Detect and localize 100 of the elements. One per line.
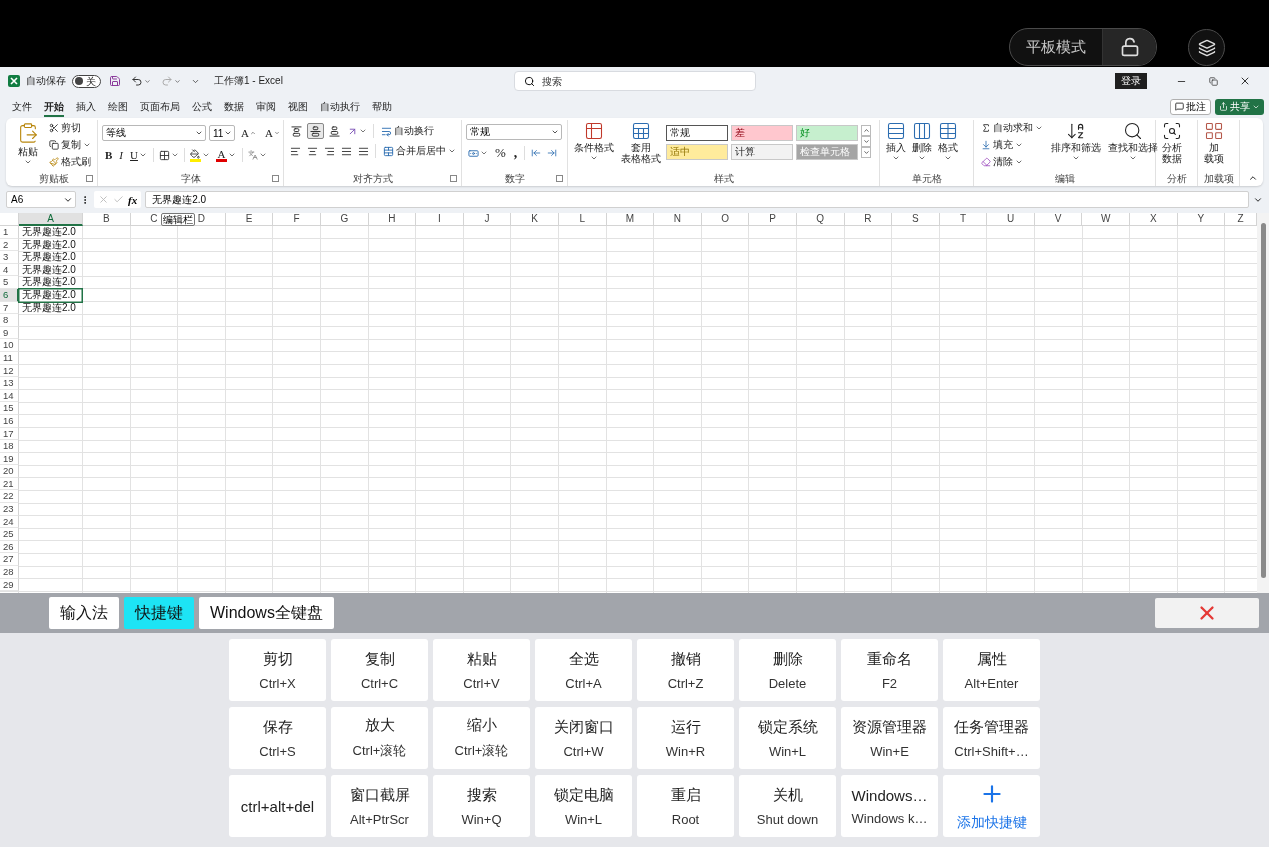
column-header[interactable]: O [701, 213, 750, 226]
row-header[interactable]: 18 [0, 440, 19, 453]
table-cell[interactable]: 无界趣连2.0 [19, 301, 83, 315]
ribbon-tab[interactable]: 文件 [6, 96, 38, 117]
unlock-button[interactable] [1102, 29, 1156, 65]
sign-in-button[interactable]: 登录 [1115, 73, 1147, 89]
column-header[interactable]: N [654, 213, 702, 226]
ribbon-tab[interactable]: 审阅 [250, 96, 282, 117]
dialog-launcher-icon[interactable] [450, 175, 457, 182]
column-header[interactable]: Z [1225, 213, 1257, 226]
vertical-align-button[interactable] [307, 123, 324, 139]
row-header[interactable]: 25 [0, 528, 19, 541]
tablet-mode-button[interactable]: 平板模式 [1010, 29, 1102, 65]
ribbon-tab[interactable]: 插入 [70, 96, 102, 117]
table-cell[interactable]: 无界趣连2.0 [19, 226, 83, 239]
column-header[interactable]: X [1130, 213, 1178, 226]
row-header[interactable]: 23 [0, 503, 19, 516]
ribbon-tab[interactable]: 帮助 [366, 96, 398, 117]
row-header[interactable]: 8 [0, 314, 19, 327]
column-header[interactable]: T [939, 213, 988, 226]
scrollbar-thumb[interactable] [1260, 223, 1266, 578]
find-select-button[interactable]: 查找和选择 [1106, 120, 1160, 163]
column-header[interactable]: H [368, 213, 417, 226]
shortcut-key[interactable]: 窗口截屏 Alt+PtrScr [331, 775, 428, 837]
shortcut-key[interactable]: 锁定系统 Win+L [739, 707, 836, 769]
column-header[interactable]: I [416, 213, 464, 226]
ribbon-tab[interactable]: 自动执行 [314, 96, 366, 117]
format-button[interactable]: 格式 [936, 120, 960, 163]
close-keyboard-button[interactable] [1155, 598, 1259, 628]
grow-font-button[interactable]: A [238, 124, 259, 142]
cut-button[interactable]: 剪切 [46, 120, 94, 136]
font-color-button[interactable]: A [212, 146, 239, 164]
dialog-launcher-icon[interactable] [556, 175, 563, 182]
shortcut-key[interactable]: ctrl+alt+del [229, 775, 326, 837]
shortcut-key[interactable]: 撤销 Ctrl+Z [637, 639, 734, 701]
shortcut-key[interactable]: 属性 Alt+Enter [943, 639, 1040, 701]
shortcut-key[interactable]: 全选 Ctrl+A [535, 639, 632, 701]
insert-button[interactable]: 插入 [884, 120, 908, 163]
share-button[interactable]: 共享 [1215, 98, 1264, 115]
shortcut-key[interactable]: 关机 Shut down [739, 775, 836, 837]
number-format-dropdown[interactable]: 常规 [466, 124, 562, 140]
column-header[interactable]: M [606, 213, 655, 226]
insert-function-button[interactable]: fx [128, 193, 138, 206]
decrease-indent-button[interactable] [339, 145, 354, 157]
comments-button[interactable]: 批注 [1170, 98, 1211, 115]
font-size-dropdown[interactable]: 11 [209, 125, 235, 141]
table-cell[interactable]: 无界趣连2.0 [19, 276, 83, 289]
column-header[interactable]: L [558, 213, 607, 226]
column-header[interactable]: W [1082, 213, 1131, 226]
shortcut-key[interactable]: 关闭窗口 Ctrl+W [535, 707, 632, 769]
shortcut-key[interactable]: 锁定电脑 Win+L [535, 775, 632, 837]
shortcut-key[interactable]: 任务管理器 Ctrl+Shift+… [943, 707, 1040, 769]
shortcut-key[interactable]: 粘贴 Ctrl+V [433, 639, 530, 701]
row-header[interactable]: 3 [0, 251, 19, 264]
wrap-text-button[interactable]: 自动换行 [378, 123, 437, 139]
percent-button[interactable]: % [492, 144, 509, 162]
merge-center-button[interactable]: 合并后居中 [380, 143, 459, 159]
tablet-mode-toggle[interactable]: 平板模式 [1009, 28, 1157, 66]
table-cell[interactable]: 无界趣连2.0 [19, 263, 83, 277]
table-cell[interactable]: 无界趣连2.0 [18, 287, 83, 303]
row-header[interactable]: 15 [0, 402, 19, 415]
column-header[interactable]: U [987, 213, 1035, 226]
column-header[interactable]: Q [796, 213, 845, 226]
redo-button[interactable] [159, 75, 183, 87]
shrink-font-button[interactable]: A [261, 124, 283, 142]
vertical-align-button[interactable] [288, 123, 305, 139]
keyboard-tab[interactable]: 快捷键 [124, 597, 194, 629]
shortcut-key[interactable]: 复制 Ctrl+C [331, 639, 428, 701]
align-center-button[interactable] [305, 145, 320, 157]
shortcut-key[interactable]: 剪切 Ctrl+X [229, 639, 326, 701]
shortcut-key[interactable]: 搜索 Win+Q [433, 775, 530, 837]
shortcut-key[interactable]: 放大 Ctrl+滚轮 [331, 707, 428, 769]
keyboard-tab[interactable]: Windows全键盘 [199, 597, 334, 629]
ribbon-tab[interactable]: 公式 [186, 96, 218, 117]
add-shortcut-button[interactable]: 添加快捷键 [943, 775, 1040, 837]
row-header[interactable]: 1 [0, 226, 19, 239]
cell-style-option[interactable]: 适中 [666, 144, 728, 160]
row-header[interactable]: 27 [0, 553, 19, 567]
column-header[interactable]: Y [1177, 213, 1226, 226]
shortcut-key[interactable]: 缩小 Ctrl+滚轮 [433, 707, 530, 769]
column-header[interactable]: P [749, 213, 797, 226]
column-header[interactable]: R [844, 213, 893, 226]
keyboard-tab[interactable]: 输入法 [49, 597, 119, 629]
ribbon-tab[interactable]: 开始 [38, 96, 70, 117]
cell-style-option[interactable]: 差 [731, 125, 793, 141]
gallery-more-button[interactable] [861, 147, 871, 158]
autosave-toggle[interactable]: 关 [72, 74, 101, 88]
cell-style-option[interactable]: 常规 [666, 125, 728, 141]
sort-filter-button[interactable]: 排序和筛选 [1049, 120, 1103, 163]
table-cell[interactable]: 无界趣连2.0 [19, 238, 83, 252]
shortcut-key[interactable]: 重命名 F2 [841, 639, 938, 701]
table-cell[interactable]: 无界趣连2.0 [19, 251, 83, 264]
column-header[interactable]: E [225, 213, 274, 226]
column-header[interactable]: B [83, 213, 131, 226]
copy-button[interactable]: 复制 [46, 137, 94, 153]
ribbon-tab[interactable]: 页面布局 [134, 96, 186, 117]
gallery-up-button[interactable] [861, 125, 871, 136]
row-header[interactable]: 22 [0, 490, 19, 504]
shortcut-key[interactable]: 运行 Win+R [637, 707, 734, 769]
cell-style-option[interactable]: 计算 [731, 144, 793, 160]
